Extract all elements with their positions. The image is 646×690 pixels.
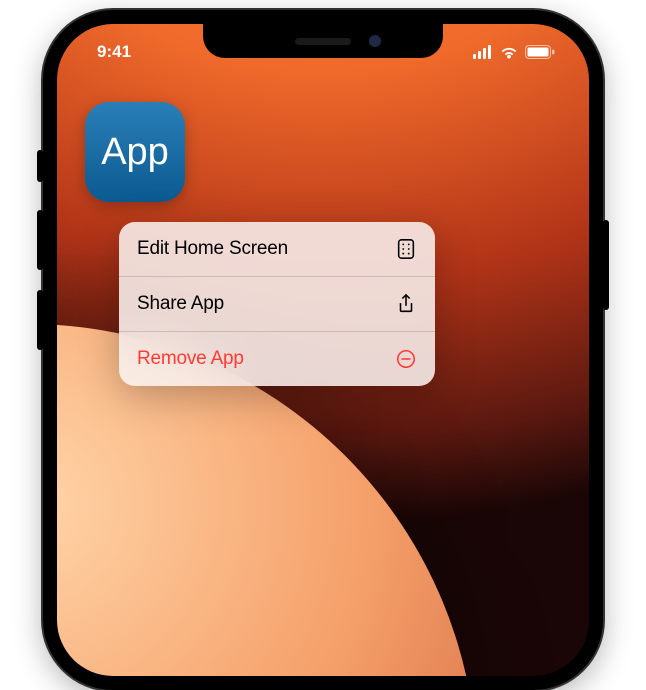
volume-down-button: [37, 290, 43, 350]
menu-item-edit-home-screen[interactable]: Edit Home Screen: [119, 222, 435, 276]
phone-frame: 9:41 App: [43, 10, 603, 690]
speaker-grille: [295, 38, 351, 45]
front-camera: [369, 35, 381, 47]
status-time: 9:41: [85, 42, 131, 62]
share-icon: [395, 293, 417, 315]
remove-icon: [395, 348, 417, 370]
phone-screen: 9:41 App: [57, 24, 589, 676]
menu-item-label: Edit Home Screen: [137, 238, 288, 260]
cellular-icon: [473, 45, 493, 59]
side-button: [603, 220, 609, 310]
app-icon[interactable]: App: [85, 102, 185, 202]
menu-item-share-app[interactable]: Share App: [119, 276, 435, 331]
ringer-switch: [37, 150, 43, 182]
notch: [203, 24, 443, 58]
volume-up-button: [37, 210, 43, 270]
app-icon-label: App: [101, 131, 169, 174]
wifi-icon: [499, 45, 519, 59]
context-menu: Edit Home Screen Share App: [119, 222, 435, 386]
menu-item-label: Remove App: [137, 348, 244, 370]
apps-icon: [395, 238, 417, 260]
menu-item-remove-app[interactable]: Remove App: [119, 331, 435, 386]
battery-icon: [525, 45, 555, 59]
menu-item-label: Share App: [137, 293, 224, 315]
status-indicators: [473, 45, 561, 59]
